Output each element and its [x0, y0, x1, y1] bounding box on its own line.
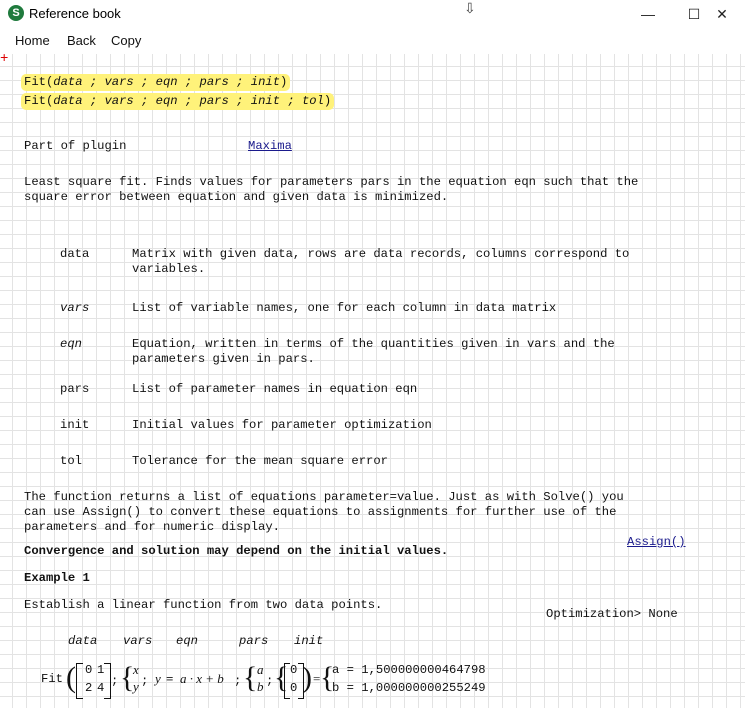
matrix-cell: 0: [85, 663, 93, 677]
pars-item: b: [257, 679, 264, 694]
example-header-pars: pars: [239, 634, 269, 648]
insert-marker-icon: +: [0, 54, 9, 67]
title-bar: S Reference book ⇩ — ☐ ✕: [0, 0, 745, 28]
example-header-data: data: [68, 634, 98, 648]
mouse-cursor-icon: ⇩: [464, 0, 476, 16]
param-desc-vars: List of variable names, one for each col…: [132, 301, 557, 315]
param-name-eqn: eqn: [60, 337, 82, 351]
result-line: a = 1,500000000464798: [332, 663, 486, 677]
vars-item: x: [133, 662, 139, 677]
init-item: 0: [290, 663, 298, 677]
optimization-status: Optimization> None: [546, 607, 678, 621]
assign-link[interactable]: Assign(): [627, 535, 686, 549]
param-desc-eqn: Equation, written in terms of the quanti…: [132, 337, 615, 366]
menu-bar: Home Back Copy: [0, 28, 745, 54]
equals-sign: =: [166, 671, 174, 686]
paren-close: ): [302, 661, 312, 694]
signature-fn: Fit: [24, 75, 46, 89]
signature-args: data ; vars ; eqn ; pars ; init ; tol: [53, 94, 324, 108]
example-header-vars: vars: [123, 634, 153, 648]
paren-close: ): [323, 94, 332, 108]
menu-copy[interactable]: Copy: [111, 33, 141, 48]
eqn-lhs: y: [155, 671, 161, 686]
convergence-note: Convergence and solution may depend on t…: [24, 544, 449, 558]
param-name-tol: tol: [60, 454, 82, 468]
paren-close: ): [280, 75, 288, 89]
paren-open: (: [66, 661, 76, 694]
eqn-rhs: a · x + b: [180, 671, 224, 686]
reference-content[interactable]: + Fit(data ; vars ; eqn ; pars ; init) F…: [0, 54, 745, 708]
plugin-label: Part of plugin: [24, 139, 127, 153]
signature-fn: Fit: [24, 94, 46, 108]
param-name-init: init: [60, 418, 90, 432]
semicolon: ;: [234, 674, 242, 688]
param-name-vars: vars: [60, 301, 90, 315]
description-line-1: Least square fit. Finds values for param…: [24, 175, 639, 189]
matrix-cell: 2: [85, 681, 93, 695]
param-desc-tol: Tolerance for the mean square error: [132, 454, 388, 468]
param-desc-data: Matrix with given data, rows are data re…: [132, 247, 630, 276]
menu-back[interactable]: Back: [67, 33, 96, 48]
example-title: Example 1: [24, 571, 90, 585]
example-header-init: init: [294, 634, 324, 648]
matrix-bracket-right: [104, 663, 111, 699]
semicolon: ;: [141, 674, 149, 688]
param-desc-pars: List of parameter names in equation eqn: [132, 382, 418, 396]
window-title: Reference book: [29, 6, 121, 21]
plugin-link[interactable]: Maxima: [248, 139, 292, 153]
returns-line-1: The function returns a list of equations…: [24, 490, 624, 504]
example-description: Establish a linear function from two dat…: [24, 598, 383, 612]
semicolon: ;: [266, 674, 274, 688]
menu-home[interactable]: Home: [15, 33, 50, 48]
description-line-2: square error between equation and given …: [24, 190, 449, 204]
brace-open: {: [243, 661, 258, 694]
app-logo-icon: S: [8, 5, 24, 21]
vars-item: y: [133, 679, 139, 694]
returns-line-3: parameters and for numeric display.: [24, 520, 280, 534]
example-header-eqn: eqn: [176, 634, 198, 648]
example-fn-name: Fit: [41, 672, 63, 686]
signature-args: data ; vars ; eqn ; pars ; init: [53, 75, 281, 89]
pars-item: a: [257, 662, 264, 677]
signature-2: Fit(data ; vars ; eqn ; pars ; init ; to…: [21, 93, 335, 110]
signature-1: Fit(data ; vars ; eqn ; pars ; init): [21, 74, 291, 91]
init-item: 0: [290, 681, 298, 695]
close-button[interactable]: ✕: [699, 0, 745, 28]
param-name-data: data: [60, 247, 90, 261]
matrix-bracket-left: [76, 663, 83, 699]
param-name-pars: pars: [60, 382, 90, 396]
returns-line-2: can use Assign() to convert these equati…: [24, 505, 617, 519]
result-line: b = 1,000000000255249: [332, 681, 486, 695]
semicolon: ;: [111, 674, 119, 688]
minimize-button[interactable]: —: [625, 0, 671, 28]
param-desc-init: Initial values for parameter optimizatio…: [132, 418, 432, 432]
